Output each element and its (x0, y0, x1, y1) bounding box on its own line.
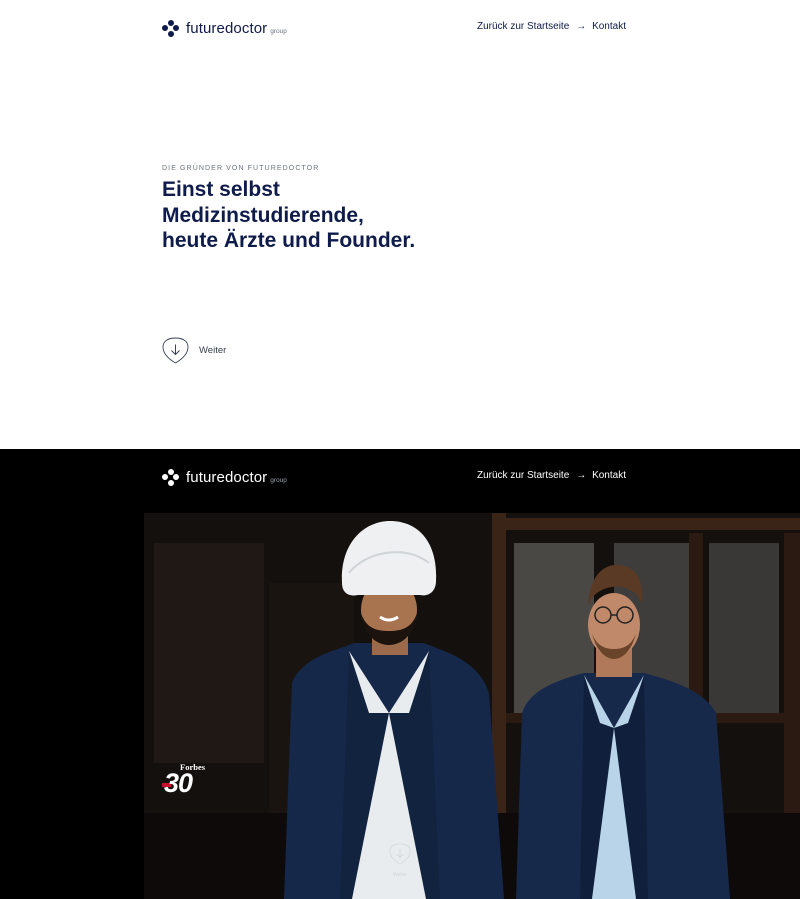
site-header-dark: futuredoctor group Zurück zur Startseite… (162, 461, 626, 491)
headline-line: heute Ärzte und Founder. (162, 229, 416, 252)
back-to-home-label: Zurück zur Startseite (477, 470, 570, 481)
logo-text: futuredoctor (186, 468, 268, 486)
scroll-down-button[interactable]: Weiter (388, 843, 412, 878)
logo-link[interactable]: futuredoctor group (162, 468, 287, 486)
forbes-number: 30 (164, 768, 193, 798)
page-title: Einst selbst Medizinstudierende, heute Ä… (162, 177, 482, 254)
logo-icon (162, 468, 179, 486)
next-label: Weiter (199, 345, 227, 356)
back-to-home-label: Zurück zur Startseite (477, 21, 570, 32)
scroll-label: Weiter (392, 872, 408, 878)
logo-sub: group (270, 27, 287, 35)
hero-section: futuredoctor group Zurück zur Startseite… (0, 0, 800, 449)
founders-section: futuredoctor group Zurück zur Startseite… (0, 449, 800, 899)
headline-line: Medizinstudierende, (162, 203, 364, 227)
logo-link[interactable]: futuredoctor group (162, 19, 287, 37)
arrow-right-icon: → (576, 470, 587, 481)
eyebrow-label: DIE GRÜNDER VON FUTUREDOCTOR (162, 165, 320, 172)
arrow-down-icon (162, 337, 189, 364)
founders-photo (144, 513, 800, 899)
next-button[interactable]: Weiter (162, 337, 226, 364)
logo-icon (162, 19, 179, 37)
back-to-home-link[interactable]: Zurück zur Startseite → (477, 470, 586, 481)
contact-link[interactable]: Kontakt (592, 470, 626, 481)
headline-line: Einst selbst (162, 178, 280, 201)
logo-sub: group (270, 476, 287, 484)
logo-text: futuredoctor (186, 19, 268, 37)
back-to-home-link[interactable]: Zurück zur Startseite → (477, 21, 586, 32)
arrow-right-icon: → (576, 21, 587, 32)
forbes-30-badge: Forbes 30 (162, 762, 218, 798)
arrow-down-icon (389, 843, 411, 869)
contact-link[interactable]: Kontakt (592, 21, 626, 32)
site-header: futuredoctor group Zurück zur Startseite… (162, 12, 626, 42)
